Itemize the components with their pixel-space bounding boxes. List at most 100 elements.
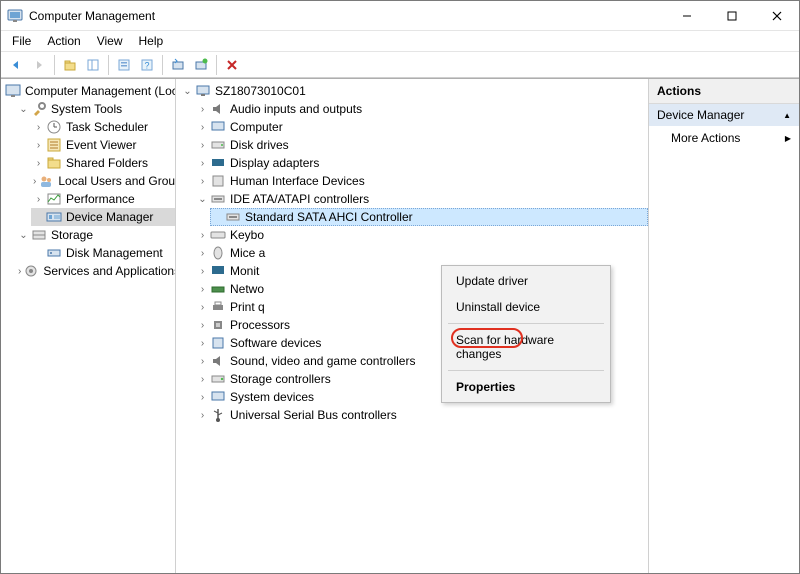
refresh-button[interactable]	[113, 54, 135, 76]
actions-pane: Actions Device Manager ▲ More Actions ▶	[649, 79, 799, 573]
controller-icon	[225, 209, 241, 225]
svg-text:?: ?	[144, 60, 149, 70]
delete-button[interactable]	[221, 54, 243, 76]
cm-uninstall[interactable]: Uninstall device	[444, 294, 608, 320]
actions-section[interactable]: Device Manager ▲	[649, 104, 799, 126]
toolbar-separator	[54, 55, 55, 75]
cm-update-driver[interactable]: Update driver	[444, 268, 608, 294]
dev-ide[interactable]: ⌄IDE ATA/ATAPI controllers	[195, 190, 648, 208]
nav-root-label: Computer Management (Local)	[25, 84, 176, 98]
hid-icon	[210, 173, 226, 189]
dev-usb[interactable]: ›Universal Serial Bus controllers	[195, 406, 648, 424]
toolbar-separator	[216, 55, 217, 75]
performance-icon	[46, 191, 62, 207]
nav-disk-management[interactable]: Disk Management	[31, 244, 175, 262]
monitor-icon	[210, 263, 226, 279]
uninstall-device-button[interactable]	[167, 54, 189, 76]
dev-hid[interactable]: ›Human Interface Devices	[195, 172, 648, 190]
nav-event-viewer[interactable]: ›Event Viewer	[31, 136, 175, 154]
cm-scan[interactable]: Scan for hardware changes	[444, 327, 608, 367]
cm-properties[interactable]: Properties	[444, 374, 608, 400]
titlebar: Computer Management	[1, 1, 799, 31]
window-root: Computer Management File Action View Hel…	[0, 0, 800, 574]
menu-view[interactable]: View	[90, 32, 130, 50]
back-button[interactable]	[5, 54, 27, 76]
tools-icon	[31, 101, 47, 117]
nav-task-scheduler[interactable]: ›Task Scheduler	[31, 118, 175, 136]
dev-sata-controller[interactable]: Standard SATA AHCI Controller	[210, 208, 648, 226]
context-menu: Update driver Uninstall device Scan for …	[441, 265, 611, 403]
collapse-section-icon[interactable]: ▲	[783, 111, 791, 120]
nav-tree-pane[interactable]: Computer Management (Local) ⌄ System Too…	[1, 79, 176, 573]
app-icon	[7, 8, 23, 24]
nav-system-tools[interactable]: ⌄ System Tools	[16, 100, 175, 118]
storage-icon	[31, 227, 47, 243]
actions-more-label: More Actions	[671, 131, 740, 145]
up-level-button[interactable]	[59, 54, 81, 76]
label: System Tools	[51, 102, 122, 116]
device-manager-icon	[46, 209, 62, 225]
cm-separator	[448, 370, 604, 371]
keyboard-icon	[210, 227, 226, 243]
shared-folder-icon	[46, 155, 62, 171]
network-icon	[210, 281, 226, 297]
dev-mice[interactable]: ›Mice a	[195, 244, 648, 262]
help-button[interactable]: ?	[136, 54, 158, 76]
disk-mgmt-icon	[46, 245, 62, 261]
ide-icon	[210, 191, 226, 207]
event-viewer-icon	[46, 137, 62, 153]
actions-section-label: Device Manager	[657, 108, 744, 122]
dev-display[interactable]: ›Display adapters	[195, 154, 648, 172]
maximize-button[interactable]	[709, 1, 754, 31]
services-icon	[23, 263, 39, 279]
expander-closed-icon[interactable]: ›	[33, 122, 44, 133]
nav-storage[interactable]: ⌄ Storage	[16, 226, 175, 244]
toolbar-separator	[162, 55, 163, 75]
cpu-icon	[210, 317, 226, 333]
device-tree-pane[interactable]: ⌄ SZ18073010C01 ›Audio inputs and output…	[176, 79, 649, 573]
device-root[interactable]: ⌄ SZ18073010C01	[180, 82, 648, 100]
dev-disks[interactable]: ›Disk drives	[195, 136, 648, 154]
body-3col: Computer Management (Local) ⌄ System Too…	[1, 78, 799, 573]
clock-icon	[46, 119, 62, 135]
expander-open-icon[interactable]: ⌄	[18, 104, 29, 115]
printer-icon	[210, 299, 226, 315]
nav-services[interactable]: ›Services and Applications	[16, 262, 175, 280]
nav-shared-folders[interactable]: ›Shared Folders	[31, 154, 175, 172]
nav-local-users[interactable]: ›Local Users and Groups	[31, 172, 175, 190]
nav-device-manager[interactable]: Device Manager	[31, 208, 175, 226]
system-icon	[210, 389, 226, 405]
audio-icon	[210, 101, 226, 117]
computer-icon	[210, 119, 226, 135]
mouse-icon	[210, 245, 226, 261]
submenu-arrow-icon: ▶	[785, 134, 791, 143]
toolbar-separator	[108, 55, 109, 75]
nav-performance[interactable]: ›Performance	[31, 190, 175, 208]
menu-action[interactable]: Action	[40, 32, 87, 50]
cm-separator	[448, 323, 604, 324]
mmc-root-icon	[5, 83, 21, 99]
window-title: Computer Management	[29, 9, 664, 23]
menubar: File Action View Help	[1, 31, 799, 51]
nav-root[interactable]: Computer Management (Local)	[1, 82, 175, 100]
close-button[interactable]	[754, 1, 799, 31]
scan-hardware-button[interactable]	[190, 54, 212, 76]
users-icon	[38, 173, 54, 189]
dev-audio[interactable]: ›Audio inputs and outputs	[195, 100, 648, 118]
show-hide-tree-button[interactable]	[82, 54, 104, 76]
minimize-button[interactable]	[664, 1, 709, 31]
forward-button	[28, 54, 50, 76]
dev-computer[interactable]: ›Computer	[195, 118, 648, 136]
toolbar: ?	[1, 51, 799, 78]
computer-icon	[195, 83, 211, 99]
disk-icon	[210, 137, 226, 153]
software-icon	[210, 335, 226, 351]
dev-keyboards[interactable]: ›Keybo	[195, 226, 648, 244]
usb-icon	[210, 407, 226, 423]
actions-more[interactable]: More Actions ▶	[649, 126, 799, 150]
storage-ctrl-icon	[210, 371, 226, 387]
menu-file[interactable]: File	[5, 32, 38, 50]
actions-header: Actions	[649, 79, 799, 104]
menu-help[interactable]: Help	[132, 32, 171, 50]
display-adapter-icon	[210, 155, 226, 171]
